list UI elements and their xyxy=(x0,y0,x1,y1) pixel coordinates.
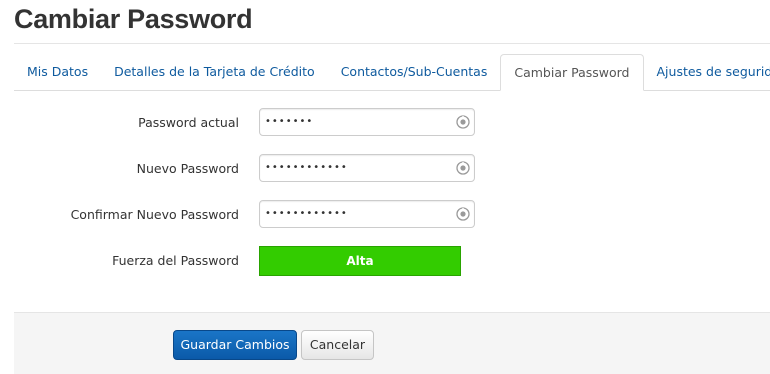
confirm-password-label: Confirmar Nuevo Password xyxy=(70,207,239,222)
confirm-password-row: Confirmar Nuevo Password xyxy=(14,200,770,230)
form-actions: Guardar Cambios Cancelar xyxy=(14,312,770,374)
current-password-label: Password actual xyxy=(138,115,239,130)
current-password-field xyxy=(259,108,475,136)
eye-reveal-icon[interactable] xyxy=(456,207,470,221)
eye-reveal-icon[interactable] xyxy=(456,161,470,175)
new-password-field xyxy=(259,154,475,182)
password-strength-label: Fuerza del Password xyxy=(112,253,239,268)
new-password-row: Nuevo Password xyxy=(14,154,770,184)
tab-credit-card-details[interactable]: Detalles de la Tarjeta de Crédito xyxy=(101,54,328,90)
current-password-input[interactable] xyxy=(260,109,450,135)
save-changes-button[interactable]: Guardar Cambios xyxy=(173,330,297,360)
tab-security-settings[interactable]: Ajustes de seguridad xyxy=(644,54,770,90)
new-password-label: Nuevo Password xyxy=(136,161,239,176)
tab-contacts-subaccounts[interactable]: Contactos/Sub-Cuentas xyxy=(328,54,501,90)
new-password-input[interactable] xyxy=(260,155,450,181)
confirm-password-input[interactable] xyxy=(260,201,450,227)
password-strength-row: Fuerza del Password Alta xyxy=(14,246,770,276)
tab-mis-datos[interactable]: Mis Datos xyxy=(14,54,101,90)
eye-reveal-icon[interactable] xyxy=(456,115,470,129)
page-title: Cambiar Password xyxy=(14,4,253,34)
title-divider xyxy=(14,43,770,44)
current-password-row: Password actual xyxy=(14,108,770,138)
confirm-password-field xyxy=(259,200,475,228)
tab-change-password[interactable]: Cambiar Password xyxy=(500,54,644,91)
cancel-button[interactable]: Cancelar xyxy=(301,330,374,360)
tab-bar: Mis Datos Detalles de la Tarjeta de Créd… xyxy=(14,54,770,91)
password-strength-indicator: Alta xyxy=(259,246,461,276)
